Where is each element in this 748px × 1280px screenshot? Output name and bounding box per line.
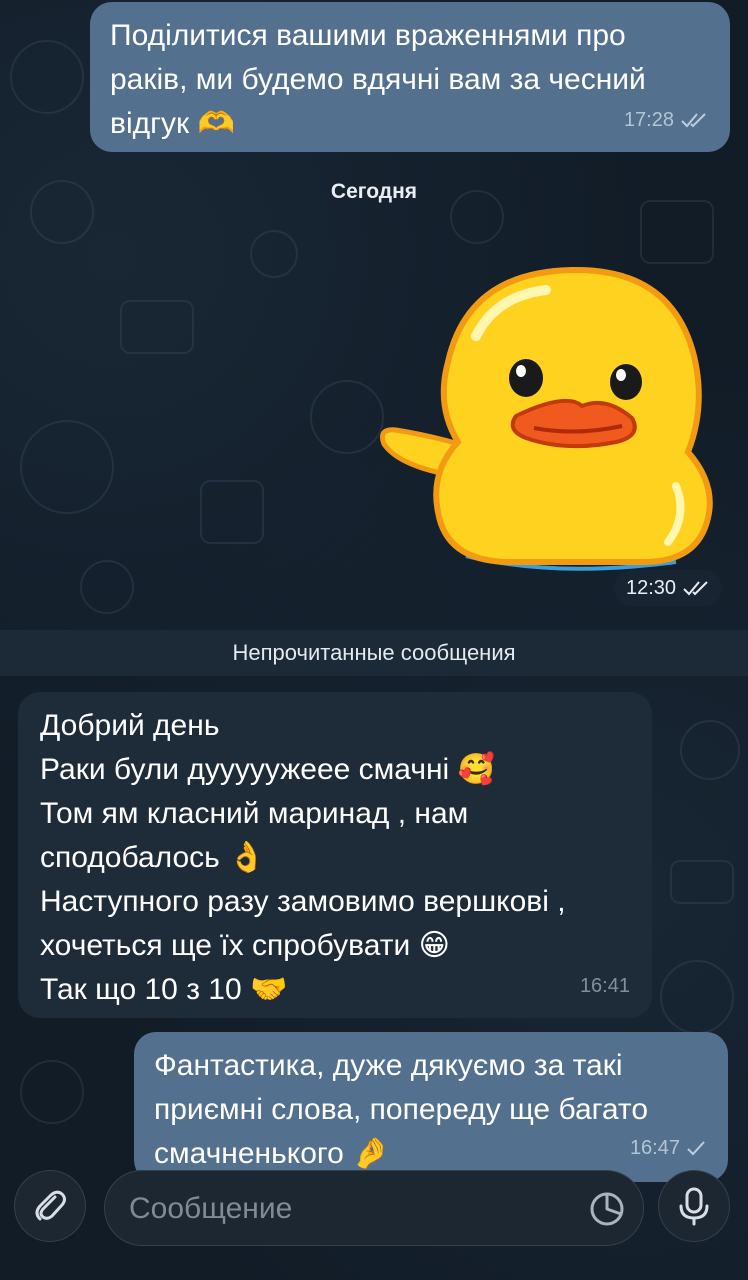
message-text-line: Наступного разу замовимо вершкові , <box>40 885 566 918</box>
wallpaper-doodle <box>640 200 714 264</box>
microphone-icon <box>679 1187 709 1226</box>
wallpaper-doodle <box>310 380 384 454</box>
message-meta: 16:47 <box>630 1126 706 1170</box>
check-icon <box>687 1141 705 1156</box>
wallpaper-doodle <box>680 720 740 780</box>
message-meta: 17:28 <box>624 98 708 142</box>
message-composer <box>0 1166 748 1280</box>
message-text-line: хочеться ще їх спробувати 😁 <box>40 929 450 962</box>
sticker-button[interactable] <box>583 1185 631 1233</box>
message-text-line: Добрий день <box>40 709 220 742</box>
date-separator: Сегодня <box>330 180 418 203</box>
chat-screen: Поділитися вашими враженнями про раків, … <box>0 0 748 1280</box>
message-field <box>104 1170 644 1246</box>
attach-button[interactable] <box>14 1170 86 1242</box>
message-time: 12:30 <box>625 576 677 599</box>
message-time: 16:47 <box>629 1137 680 1159</box>
message-incoming[interactable]: Добрий день Раки були дууууужеее смачні … <box>18 692 652 1018</box>
sticker-meta: 12:30 <box>614 570 722 606</box>
paperclip-icon <box>35 1190 66 1221</box>
wallpaper-doodle <box>670 860 734 904</box>
message-text-line: Поділитися вашими враженнями про <box>110 19 626 52</box>
message-text-line: раків, ми будемо вдячні вам за чесний <box>110 63 646 96</box>
message-text-line: відгук 🫶 <box>110 107 235 140</box>
message-text-line: Так що 10 з 10 🤝 <box>40 973 288 1006</box>
message-text-line: Том ям класний маринад , нам <box>40 797 469 830</box>
message-time: 16:41 <box>579 975 630 997</box>
message-time: 17:28 <box>623 109 674 131</box>
wallpaper-doodle <box>450 190 504 244</box>
wallpaper-doodle <box>20 1060 84 1124</box>
voice-record-button[interactable] <box>658 1170 730 1242</box>
wallpaper-doodle <box>120 300 194 354</box>
duck-waving-icon <box>380 266 713 571</box>
sticker-icon <box>590 1192 624 1226</box>
message-text-line: сподобалось 👌 <box>40 841 266 874</box>
message-text-line: Фантастика, дуже дякуємо за такі <box>154 1049 623 1082</box>
double-check-icon <box>681 113 706 128</box>
wallpaper-doodle <box>10 40 84 114</box>
unread-separator: Непрочитанные сообщения <box>0 630 748 676</box>
message-meta: 16:41 <box>580 964 630 1008</box>
wallpaper-doodle <box>20 420 114 514</box>
wallpaper-doodle <box>30 180 94 244</box>
wallpaper-doodle <box>200 480 264 544</box>
message-text-line: Раки були дууууужеее смачні 🥰 <box>40 753 495 786</box>
wallpaper-doodle <box>80 560 134 614</box>
wallpaper-doodle <box>660 960 734 1034</box>
double-check-icon <box>683 581 708 596</box>
duck-sticker[interactable] <box>376 266 716 584</box>
message-outgoing[interactable]: Фантастика, дуже дякуємо за такі приємні… <box>134 1032 728 1182</box>
message-outgoing[interactable]: Поділитися вашими враженнями про раків, … <box>90 2 730 152</box>
message-input[interactable] <box>127 1185 551 1233</box>
wallpaper-doodle <box>250 230 298 278</box>
message-text-line: приємні слова, попереду ще багато <box>154 1093 649 1126</box>
